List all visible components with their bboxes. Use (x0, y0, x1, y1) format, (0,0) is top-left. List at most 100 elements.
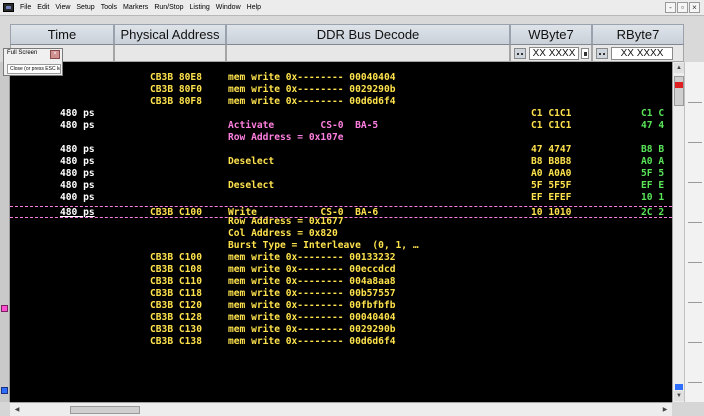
decode-cell: mem write 0x-------- 004a8aa8 (228, 276, 396, 287)
trace-row[interactable]: Row Address = 0x1677 (10, 216, 672, 228)
trace-row[interactable]: CB3B C118 mem write 0x-------- 00b57557 (10, 288, 672, 300)
trace-row[interactable]: CB3B 80F8 mem write 0x-------- 00d6d6f4 (10, 96, 672, 108)
address-cell: CB3B 80F8 (150, 96, 202, 107)
column-header-rbyte7[interactable]: RByte7 (592, 24, 684, 45)
app-logo-icon (3, 3, 14, 12)
filter-menu-icon[interactable] (596, 48, 608, 59)
trace-row[interactable]: 480 ps Activate CS-0 BA-5 C1 C1C1 47 4 (10, 120, 672, 132)
arrow-left-icon[interactable]: ◀ (12, 405, 22, 415)
rbyte-cell: A0 A (641, 156, 665, 167)
wbyte-cell: 47 4747 (531, 144, 572, 155)
menu-setup[interactable]: Setup (73, 0, 97, 16)
menu-markers[interactable]: Markers (120, 0, 151, 16)
popup-title: Full Screen (7, 50, 38, 56)
horizontal-scroll-thumb[interactable] (70, 406, 140, 414)
trace-row[interactable]: 480 ps Deselect B8 B8B8 A0 A (10, 156, 672, 168)
trace-row[interactable]: Burst Type = Interleave (0, 1, … (10, 240, 672, 252)
column-header-time[interactable]: Time (10, 24, 114, 45)
filter-menu-icon[interactable] (514, 48, 526, 59)
trace-row[interactable]: 480 ps Deselect 5F 5F5F EF E (10, 180, 672, 192)
decode-cell: Deselect (228, 156, 275, 167)
decode-cell: mem write 0x-------- 00d6d6f4 (228, 336, 396, 347)
menu-file[interactable]: File (17, 0, 34, 16)
address-filter-cell (114, 45, 226, 62)
menu-window[interactable]: Window (213, 0, 244, 16)
address-cell: CB3B C130 (150, 324, 202, 335)
decode-cell: mem write 0x-------- 00b57557 (228, 288, 396, 299)
wbyte-cell: C1 C1C1 (531, 120, 572, 131)
menu-bar: File Edit View Setup Tools Markers Run/S… (0, 0, 704, 16)
decode-cell: mem write 0x-------- 00040404 (228, 312, 396, 323)
wbyte-pattern-field[interactable]: XX XXXX (529, 47, 579, 60)
time-cell: 480 ps (60, 144, 95, 155)
wbyte-cell: B8 B8B8 (531, 156, 572, 167)
arrow-up-icon[interactable]: ▲ (674, 63, 684, 73)
decode-cell: Burst Type = Interleave (0, 1, … (228, 240, 419, 251)
trace-row[interactable]: Row Address = 0x107e (10, 132, 672, 144)
decode-cell: Activate CS-0 BA-5 (228, 120, 379, 131)
rbyte-cell: 47 4 (641, 120, 665, 131)
red-marker-icon (675, 82, 683, 88)
trace-row[interactable]: CB3B C110 mem write 0x-------- 004a8aa8 (10, 276, 672, 288)
arrow-right-icon[interactable]: ▶ (660, 405, 670, 415)
horizontal-scrollbar[interactable]: ◀ ▶ (10, 402, 672, 416)
rbyte-cell: 10 1 (641, 192, 665, 203)
time-cell: 480 ps (60, 108, 95, 119)
column-header-wbyte7[interactable]: WByte7 (510, 24, 592, 45)
close-icon[interactable]: × (50, 50, 60, 59)
pink-marker-icon[interactable] (1, 305, 8, 312)
blue-marker-icon (675, 384, 683, 390)
trace-row[interactable]: 400 ps EF EFEF 10 1 (10, 192, 672, 204)
rbyte-cell: B8 B (641, 144, 665, 155)
close-window-button[interactable]: × (689, 2, 700, 13)
time-cell: 400 ps (60, 192, 95, 203)
rbyte-pattern-field[interactable]: XX XXXX (611, 47, 673, 60)
vertical-scrollbar[interactable]: ▲ ▼ (672, 62, 684, 402)
trace-row[interactable]: CB3B C130 mem write 0x-------- 0029290b (10, 324, 672, 336)
filter-toggle-icon[interactable] (581, 48, 589, 59)
wbyte-cell: EF EFEF (531, 192, 572, 203)
blue-marker-icon[interactable] (1, 387, 8, 394)
menu-edit[interactable]: Edit (34, 0, 52, 16)
trace-row[interactable]: CB3B C138 mem write 0x-------- 00d6d6f4 (10, 336, 672, 348)
window-controls: - ▫ × (665, 2, 700, 13)
trace-row[interactable]: 480 ps A0 A0A0 5F 5 (10, 168, 672, 180)
trace-row[interactable]: 480 ps C1 C1C1 C1 C (10, 108, 672, 120)
trace-listing[interactable]: CB3B 80E8 mem write 0x-------- 00040404 CB… (10, 62, 672, 402)
close-full-screen-button[interactable]: Close (or press ESC key) (7, 64, 61, 74)
wbyte-cell: A0 A0A0 (531, 168, 572, 179)
address-cell: CB3B 80E8 (150, 72, 202, 83)
decode-cell: mem write 0x-------- 00133232 (228, 252, 396, 263)
decode-cell: Deselect (228, 180, 275, 191)
arrow-down-icon[interactable]: ▼ (674, 391, 684, 401)
vertical-scroll-thumb[interactable] (674, 76, 684, 106)
address-cell: CB3B C138 (150, 336, 202, 347)
decode-filter-cell (226, 45, 510, 62)
column-header-physical-address[interactable]: Physical Address (114, 24, 226, 45)
address-cell: CB3B C128 (150, 312, 202, 323)
menu-view[interactable]: View (52, 0, 73, 16)
trace-row[interactable]: CB3B C108 mem write 0x-------- 00eccdcd (10, 264, 672, 276)
trace-row[interactable]: CB3B 80E8 mem write 0x-------- 00040404 (10, 72, 672, 84)
minimize-button[interactable]: - (665, 2, 676, 13)
decode-cell: Row Address = 0x1677 (228, 216, 344, 227)
trace-row[interactable]: CB3B C120 mem write 0x-------- 00fbfbfb (10, 300, 672, 312)
trace-row[interactable]: Col Address = 0x820 (10, 228, 672, 240)
menu-listing[interactable]: Listing (187, 0, 213, 16)
strip-tick (688, 142, 702, 143)
column-header-ddr-bus-decode[interactable]: DDR Bus Decode (226, 24, 510, 45)
scroll-corner (0, 402, 10, 416)
menu-help[interactable]: Help (244, 0, 264, 16)
menu-run-stop[interactable]: Run/Stop (151, 0, 186, 16)
restore-button[interactable]: ▫ (677, 2, 688, 13)
menu-tools[interactable]: Tools (98, 0, 120, 16)
trace-row[interactable]: CB3B C128 mem write 0x-------- 00040404 (10, 312, 672, 324)
rbyte-cell: 5F 5 (641, 168, 665, 179)
decode-cell: mem write 0x-------- 0029290b (228, 324, 396, 335)
trace-row[interactable]: CB3B 80F0 mem write 0x-------- 0029290b (10, 84, 672, 96)
trace-row[interactable]: 480 ps 47 4747 B8 B (10, 144, 672, 156)
trace-row[interactable]: CB3B C100 mem write 0x-------- 00133232 (10, 252, 672, 264)
address-cell: CB3B 80F0 (150, 84, 202, 95)
decode-cell: mem write 0x-------- 0029290b (228, 84, 396, 95)
wbyte-filter-cell: XX XXXX (510, 45, 592, 62)
